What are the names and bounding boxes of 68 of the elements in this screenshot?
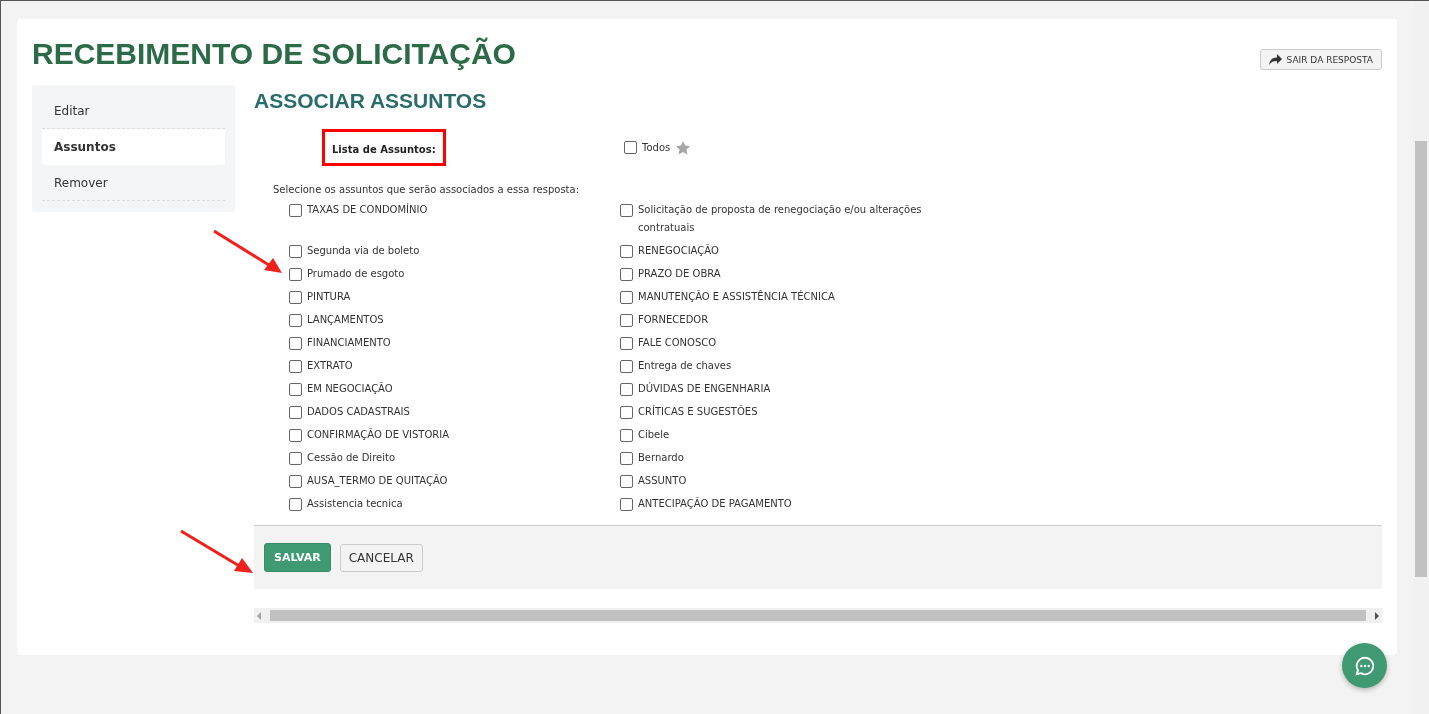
- chat-button[interactable]: [1342, 643, 1387, 688]
- checkbox-label: CRÍTICAS E SUGESTÕES: [638, 404, 758, 419]
- checkbox[interactable]: [289, 204, 302, 217]
- checkbox-label: Assistencia tecnica: [307, 497, 403, 511]
- checkbox-label: PRAZO DE OBRA: [638, 267, 721, 281]
- sidebar-item[interactable]: Assuntos: [42, 129, 225, 165]
- checkbox[interactable]: [620, 475, 633, 488]
- list-label: Lista de Assuntos:: [332, 144, 436, 155]
- checkbox-label: Cessão de Direito: [307, 451, 395, 465]
- annotation-arrow: [212, 229, 284, 275]
- checkbox[interactable]: [620, 314, 633, 327]
- checkbox[interactable]: [289, 268, 302, 281]
- instruction-text: Selecione os assuntos que serão associados a essa resposta:: [273, 184, 581, 195]
- checkbox-label: CONFIRMAÇÃO DE VISTORIA: [307, 427, 450, 442]
- checkbox[interactable]: [289, 383, 302, 396]
- checkbox-label: EXTRATO: [307, 359, 353, 373]
- checkbox[interactable]: [620, 406, 633, 419]
- checkbox[interactable]: [624, 141, 637, 154]
- exit-button[interactable]: SAIR DA RESPOSTA: [1259, 49, 1382, 70]
- checkbox-label: Entrega de chaves: [638, 359, 732, 373]
- checkbox-label: DADOS CADASTRAIS: [307, 405, 410, 419]
- checkbox[interactable]: [620, 291, 633, 304]
- checkbox-label: EM NEGOCIAÇÃO: [307, 381, 393, 396]
- checkbox[interactable]: [289, 314, 302, 327]
- share-arrow-icon: [1268, 54, 1282, 65]
- checkbox[interactable]: [289, 337, 302, 350]
- checkbox-label: Bernardo: [638, 451, 684, 465]
- checkbox[interactable]: [620, 337, 633, 350]
- checkbox[interactable]: [289, 245, 302, 258]
- checkbox[interactable]: [289, 360, 302, 373]
- checkbox-label: FALE CONOSCO: [638, 336, 717, 350]
- checkbox-label: FINANCIAMENTO: [307, 336, 391, 350]
- checkbox[interactable]: [620, 429, 633, 442]
- checkbox[interactable]: [620, 383, 633, 396]
- checkbox-label: LANÇAMENTOS: [307, 313, 384, 327]
- checkbox[interactable]: [620, 360, 633, 373]
- checkbox[interactable]: [289, 475, 302, 488]
- cancel-button[interactable]: CANCELAR: [339, 543, 423, 572]
- section-title: ASSOCIAR ASSUNTOS: [254, 89, 488, 113]
- checkbox-label: ANTECIPAÇÃO DE PAGAMENTO: [638, 496, 792, 511]
- checkbox-label: Todos: [642, 140, 671, 155]
- sidebar-item[interactable]: Remover: [42, 165, 225, 201]
- checkbox-label: MANUTENÇÃO E ASSISTÊNCIA TÉCNICA: [638, 289, 835, 304]
- checkbox[interactable]: [289, 498, 302, 511]
- chat-bubble-icon: [1353, 654, 1376, 677]
- checkbox[interactable]: [620, 268, 633, 281]
- checkbox[interactable]: [289, 429, 302, 442]
- checkbox[interactable]: [620, 498, 633, 511]
- checkbox[interactable]: [620, 204, 633, 217]
- checkbox-label: Prumado de esgoto: [307, 267, 405, 281]
- checkbox-label: ASSUNTO: [638, 474, 687, 488]
- checkbox[interactable]: [289, 406, 302, 419]
- checkbox-label: PINTURA: [307, 290, 351, 304]
- checkbox-label: RENEGOCIAÇÃO: [638, 243, 719, 258]
- page-title: RECEBIMENTO DE SOLICITAÇÃO: [32, 36, 516, 72]
- checkbox[interactable]: [289, 452, 302, 465]
- star-icon: [675, 139, 692, 156]
- checkbox[interactable]: [620, 245, 633, 258]
- checkbox-label: TAXAS DE CONDOMÍNIO: [307, 202, 428, 217]
- checkbox-label: Cibele: [638, 428, 670, 442]
- checkbox-label: AUSA_TERMO DE QUITAÇÃO: [307, 473, 448, 489]
- checkbox[interactable]: [620, 452, 633, 465]
- checkbox-label: FORNECEDOR: [638, 313, 709, 327]
- checkbox[interactable]: [289, 291, 302, 304]
- checkbox-label: Segunda via de boleto: [307, 244, 420, 258]
- horizontal-scrollbar[interactable]: [254, 608, 1382, 623]
- checkbox-label: Solicitação de proposta de renegociação e/ou alterações contratuais: [638, 203, 923, 235]
- checkbox-label: DÚVIDAS DE ENGENHARIA: [638, 381, 771, 396]
